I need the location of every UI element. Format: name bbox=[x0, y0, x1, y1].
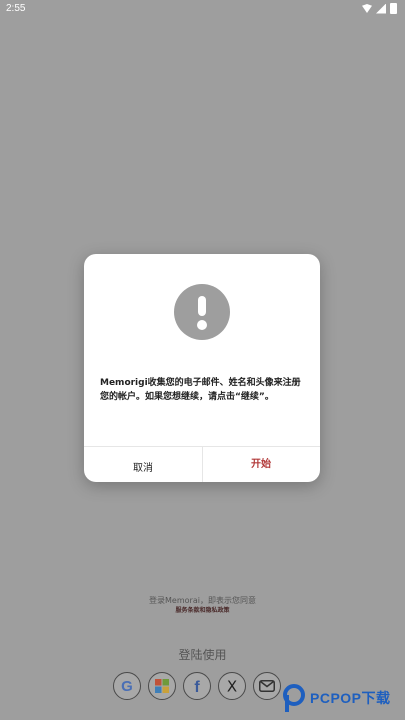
login-heading: 登陆使用 bbox=[178, 648, 227, 662]
battery-icon bbox=[390, 3, 397, 14]
svg-text:X: X bbox=[227, 678, 237, 696]
svg-text:f: f bbox=[194, 679, 200, 695]
x-login-button[interactable]: X bbox=[218, 672, 246, 700]
watermark-text: PCPOP下载 bbox=[310, 690, 391, 706]
facebook-icon: f bbox=[194, 679, 200, 695]
google-icon: G bbox=[121, 678, 133, 695]
email-login-button[interactable] bbox=[253, 672, 281, 700]
google-login-button[interactable]: G bbox=[113, 672, 141, 700]
dialog-message: Memorigi收集您的电子邮件、姓名和头像来注册您的帐户。如果您想继续，请点击… bbox=[100, 378, 301, 402]
status-icons bbox=[362, 3, 397, 14]
alert-icon bbox=[174, 284, 230, 340]
microsoft-login-button[interactable] bbox=[148, 672, 176, 700]
cancel-button[interactable]: 取消 bbox=[84, 447, 202, 482]
start-button[interactable]: 开始 bbox=[202, 447, 320, 482]
status-bar: 2:55 bbox=[0, 0, 405, 18]
watermark: PCPOP下载 bbox=[282, 683, 391, 713]
x-icon: X bbox=[227, 678, 237, 696]
status-time: 2:55 bbox=[6, 3, 26, 14]
consent-dialog: Memorigi收集您的电子邮件、姓名和头像来注册您的帐户。如果您想继续，请点击… bbox=[84, 254, 320, 482]
social-login-row: G f X bbox=[113, 672, 281, 700]
email-icon bbox=[259, 680, 275, 692]
wifi-icon bbox=[362, 4, 372, 13]
signal-icon bbox=[376, 3, 386, 14]
svg-text:G: G bbox=[121, 678, 133, 695]
watermark-logo-icon bbox=[283, 684, 305, 712]
facebook-login-button[interactable]: f bbox=[183, 672, 211, 700]
terms-link[interactable]: 服务条款和隐私政策 bbox=[0, 605, 405, 614]
microsoft-icon bbox=[155, 679, 169, 693]
